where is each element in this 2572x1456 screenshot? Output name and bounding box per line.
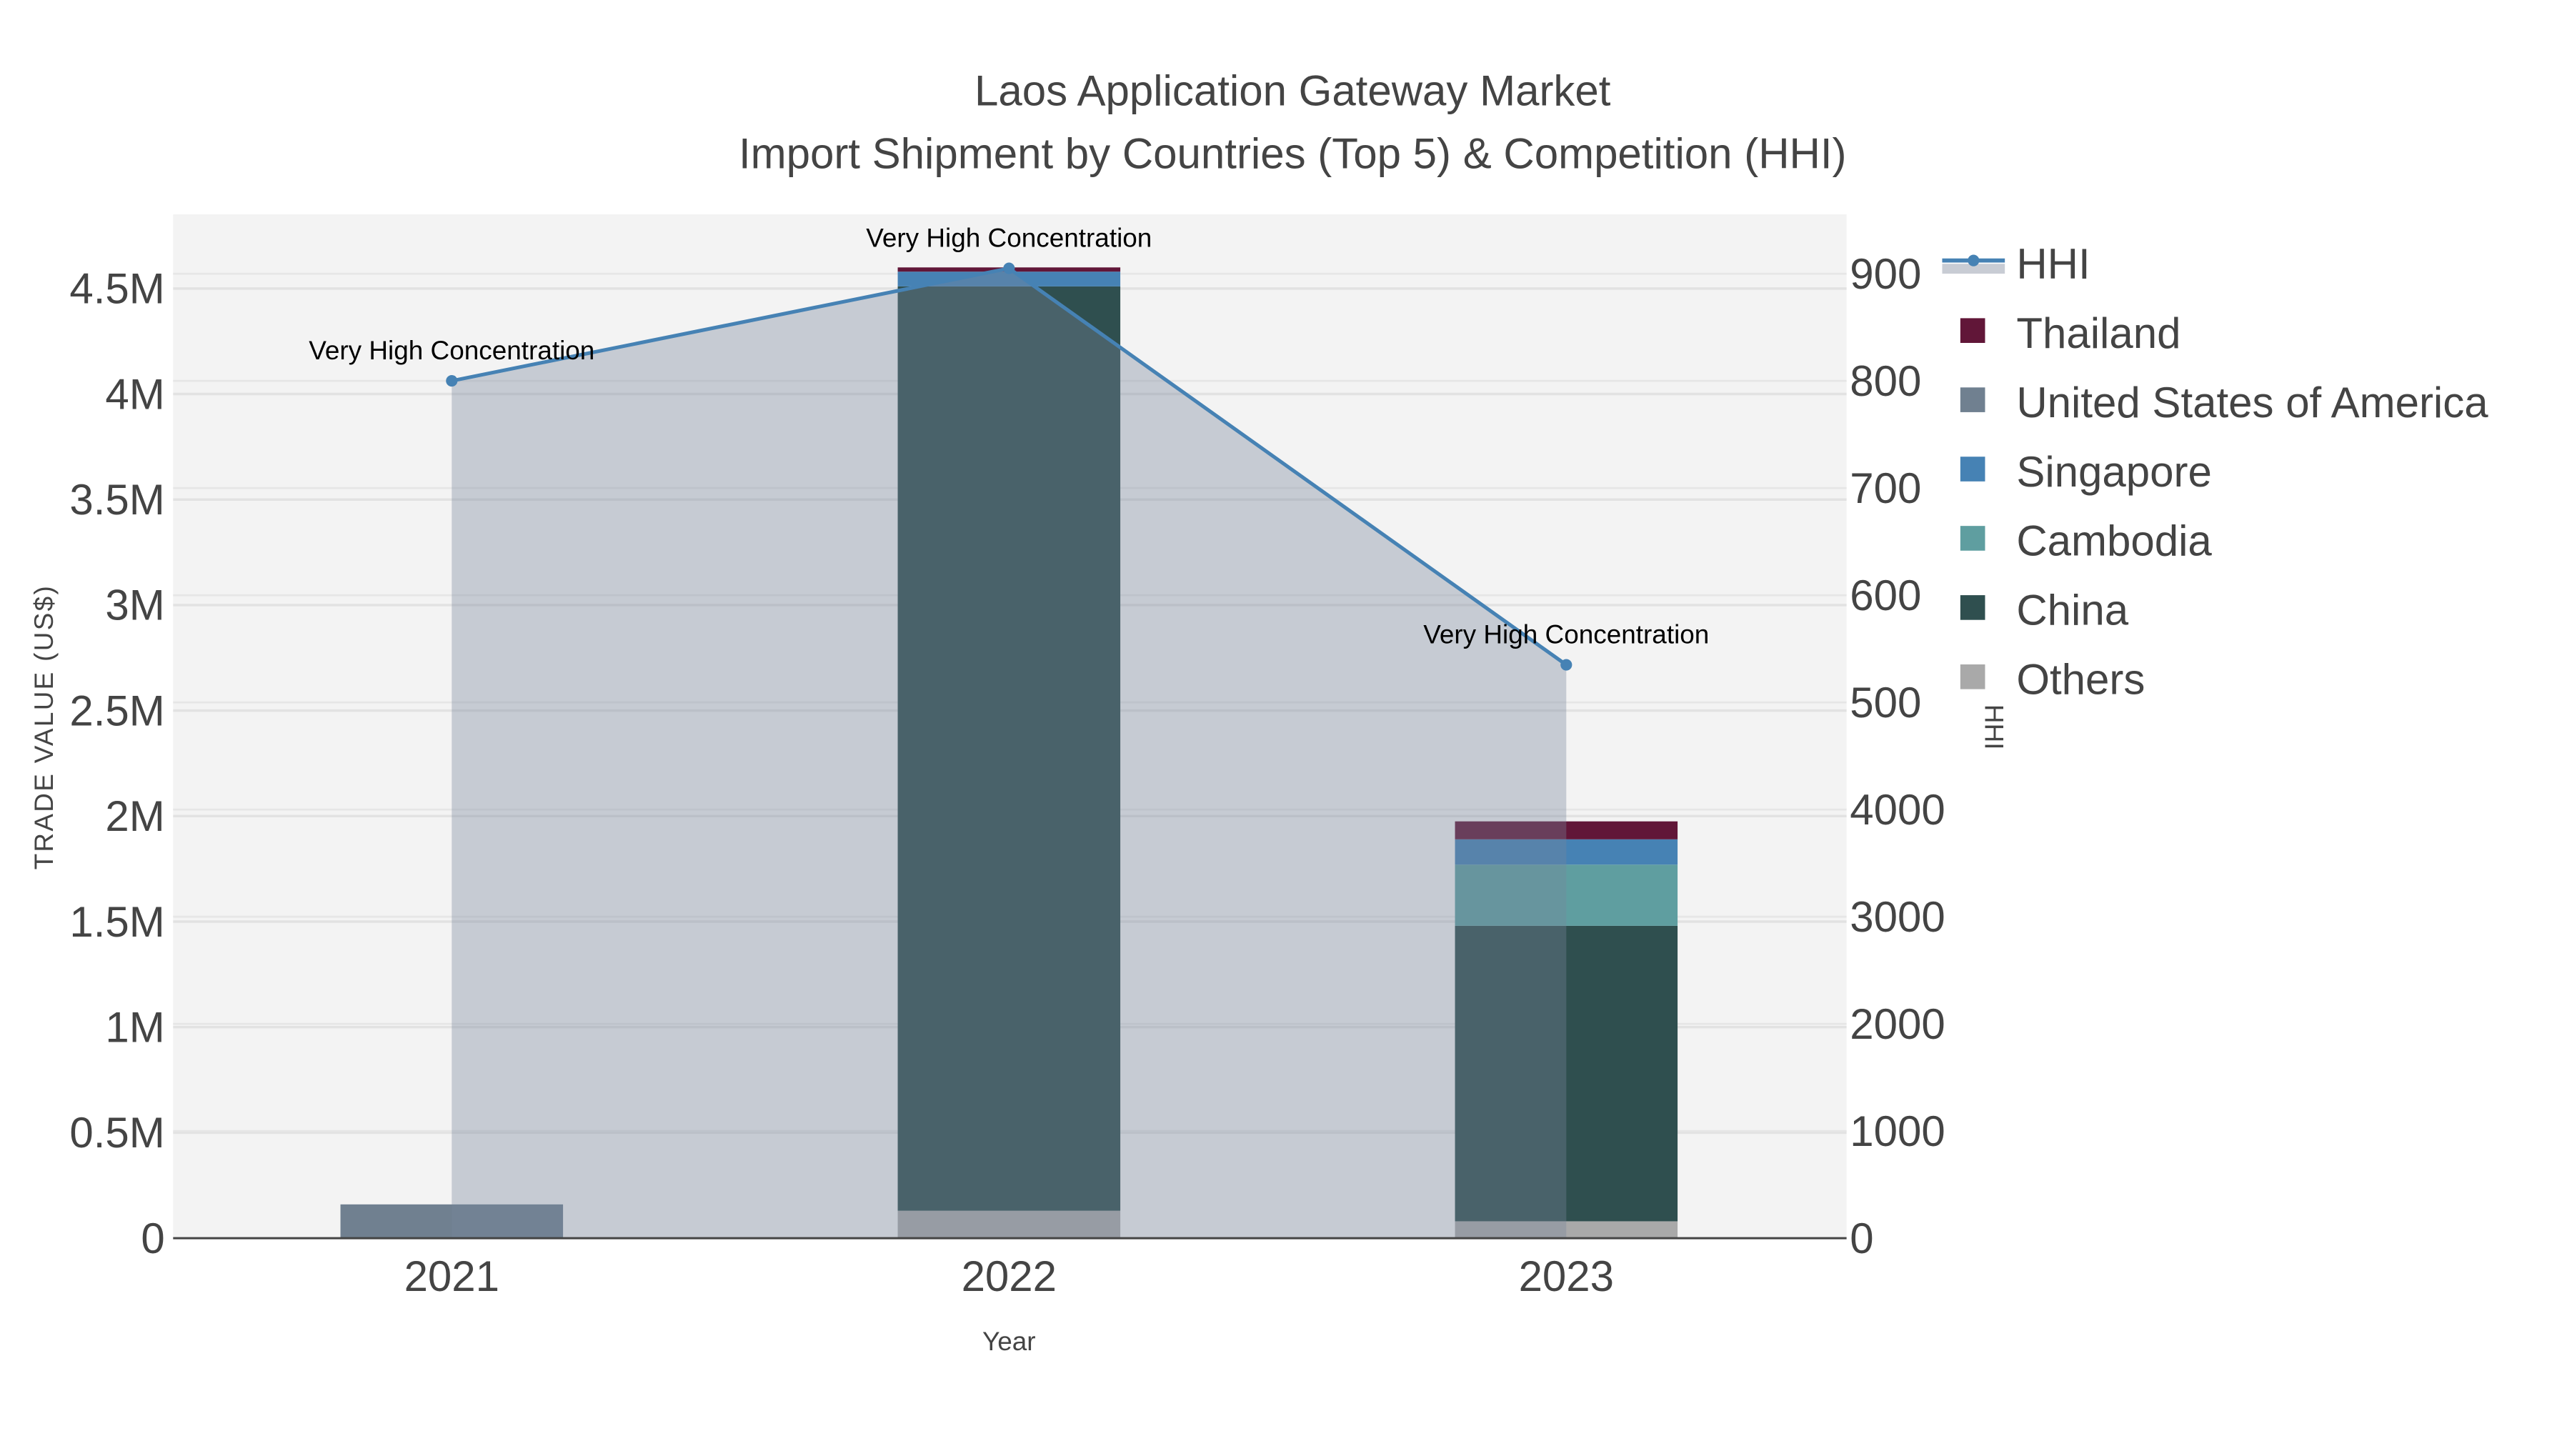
chart-svg: Laos Application Gateway Market Import S…: [29, 67, 2488, 1356]
y2-tick-label: 1000: [1850, 1107, 1945, 1155]
y-tick-label: 0.5M: [69, 1109, 164, 1157]
y2-tick-label: 500: [1850, 679, 1921, 727]
y-tick-label: 2M: [105, 792, 164, 840]
legend-label: Cambodia: [2016, 517, 2212, 565]
x-axis-title: Year: [982, 1327, 1036, 1356]
legend-label: China: [2016, 587, 2128, 634]
y2-tick-label: 0: [1850, 1215, 1873, 1262]
y2-tick-label: 700: [1850, 464, 1921, 512]
y-tick-label: 2.5M: [69, 687, 164, 734]
y2-tick-label: 3000: [1850, 893, 1945, 941]
legend-hhi-marker: [1968, 254, 1980, 266]
y-axis-title: TRADE VALUE (US$): [29, 584, 59, 869]
legend-swatch-singapore: [1960, 457, 1985, 482]
y-tick-label: 1M: [105, 1003, 164, 1051]
y-tick-label: 3.5M: [69, 476, 164, 524]
x-tick-label: 2021: [404, 1252, 499, 1300]
y-tick-label: 4.5M: [69, 265, 164, 313]
legend-label: Singapore: [2016, 448, 2212, 496]
x-tick-label: 2022: [962, 1252, 1057, 1300]
y2-tick-label: 2000: [1850, 1000, 1945, 1048]
legend-swatch-thailand: [1960, 318, 1985, 344]
legend-label-hhi: HHI: [2016, 240, 2090, 288]
legend-label: Others: [2016, 656, 2145, 704]
y-tick-label: 4M: [105, 370, 164, 418]
x-tick-label: 2023: [1519, 1252, 1614, 1300]
y2-tick-label: 4000: [1850, 786, 1945, 834]
y-tick-label: 0: [141, 1215, 164, 1262]
hhi-annotation: Very High Concentration: [866, 224, 1152, 253]
legend-label: Thailand: [2016, 309, 2180, 357]
legend-swatch-others: [1960, 664, 1985, 689]
y-tick-label: 3M: [105, 582, 164, 629]
hhi-annotation: Very High Concentration: [309, 336, 594, 365]
chart-subtitle: Import Shipment by Countries (Top 5) & C…: [739, 129, 1847, 177]
y2-tick-label: 900: [1850, 250, 1921, 298]
legend-swatch-united-states-of-america: [1960, 387, 1985, 412]
chart-title: Laos Application Gateway Market: [975, 67, 1611, 115]
y2-tick-label: 800: [1850, 357, 1921, 405]
legend-swatch-china: [1960, 595, 1985, 620]
legend-label: United States of America: [2016, 379, 2488, 427]
hhi-annotation: Very High Concentration: [1423, 620, 1709, 649]
y-tick-label: 1.5M: [69, 898, 164, 946]
y2-tick-label: 600: [1850, 572, 1921, 619]
hhi-point: [1003, 262, 1015, 274]
legend-swatch-cambodia: [1960, 526, 1985, 551]
y2-axis-title: HHI: [1979, 704, 2008, 750]
hhi-point: [1560, 659, 1572, 671]
hhi-point: [446, 375, 458, 387]
chart-container: Laos Application Gateway Market Import S…: [0, 0, 2572, 1447]
